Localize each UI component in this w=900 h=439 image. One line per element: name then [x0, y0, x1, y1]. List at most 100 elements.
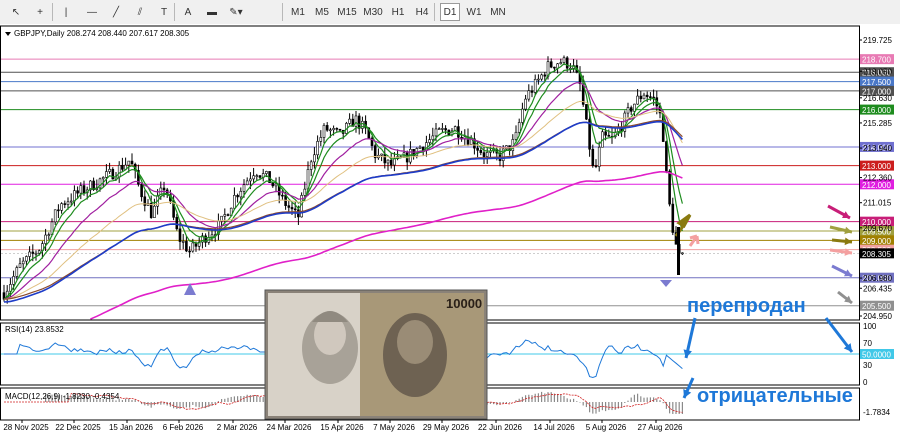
date-label: 22 Dec 2025	[55, 423, 101, 432]
negative-annotation: отрицательные	[697, 385, 853, 407]
price-tick-label: 216.630	[863, 94, 892, 103]
candle-body	[565, 57, 569, 69]
candle-body	[47, 234, 51, 236]
macd-label: MACD(12,26,9) -1.8230 -0.4354	[5, 392, 120, 401]
candle-body	[105, 171, 108, 178]
vertical-line-tool-icon[interactable]: |	[56, 3, 76, 21]
date-label: 29 May 2026	[423, 423, 470, 432]
oversold-annotation: перепродан	[687, 295, 806, 317]
level-label: 205.500	[862, 302, 891, 311]
timeframe-d1[interactable]: D1	[440, 3, 460, 21]
candle-body	[130, 160, 134, 165]
candle-body	[303, 188, 307, 196]
candle-body	[316, 141, 319, 156]
toolbar-separator	[174, 3, 175, 21]
text-label-tool-icon[interactable]: A	[178, 3, 198, 21]
candle-body	[540, 74, 543, 80]
candle-body	[73, 190, 76, 202]
candle-body	[549, 61, 553, 68]
candle-body	[175, 217, 179, 230]
timeframe-m5[interactable]: M5	[312, 3, 332, 21]
timeframe-h1[interactable]: H1	[388, 3, 408, 21]
candle-body	[249, 178, 252, 182]
candle-body	[258, 175, 262, 178]
candle-body	[543, 74, 547, 77]
candle-body	[274, 183, 278, 187]
candle-body	[418, 146, 422, 149]
timeframe-m1[interactable]: M1	[288, 3, 308, 21]
level-label: 216.000	[862, 106, 891, 115]
candle-body	[322, 125, 326, 138]
channel-tool-icon[interactable]: ⫽	[130, 3, 150, 21]
candle-body	[585, 104, 588, 120]
timeframe-w1[interactable]: W1	[464, 3, 484, 21]
candle-body	[178, 228, 182, 242]
timeframe-h4[interactable]: H4	[412, 3, 432, 21]
candle-body	[101, 177, 105, 180]
candle-body	[441, 128, 444, 130]
rectangle-tool-icon[interactable]: ▬	[202, 3, 222, 21]
date-label: 15 Jan 2026	[109, 423, 154, 432]
yen-portrait-face	[397, 320, 433, 364]
candle-body	[191, 242, 195, 252]
timeframe-mn[interactable]: MN	[488, 3, 508, 21]
date-label: 7 May 2026	[373, 423, 415, 432]
candle-body	[281, 194, 284, 197]
date-label: 5 Aug 2026	[586, 423, 627, 432]
candle-body	[591, 148, 595, 166]
candle-body	[645, 94, 649, 97]
last-candle-highlight	[677, 227, 680, 275]
level-label: 218.700	[862, 56, 891, 65]
price-tick-label: 204.950	[863, 312, 892, 321]
candle-body	[319, 137, 323, 142]
candle-body	[594, 165, 598, 167]
candle-body	[53, 209, 57, 223]
candle-body	[357, 115, 361, 129]
candle-body	[79, 185, 83, 194]
cursor-tool-icon[interactable]: ↖	[6, 3, 26, 21]
candle-body	[524, 98, 527, 110]
candle-body	[533, 78, 537, 93]
candle-body	[121, 164, 124, 170]
candle-body	[21, 260, 25, 265]
candle-body	[597, 146, 601, 167]
level-label: 209.000	[862, 237, 891, 246]
toolbar-separator	[52, 3, 53, 21]
date-label: 27 Aug 2026	[638, 423, 683, 432]
candle-body	[537, 78, 540, 81]
candle-body	[223, 214, 227, 217]
rsi-label: RSI(14) 23.8532	[5, 325, 64, 334]
candle-body	[181, 241, 185, 243]
candle-body	[31, 251, 35, 254]
candle-body	[517, 122, 521, 133]
candle-body	[69, 200, 73, 203]
candle-body	[665, 141, 668, 172]
candle-body	[482, 152, 486, 157]
price-chart[interactable]: RSI(14) 23.8532100705030050.0000MACD(12,…	[0, 24, 900, 439]
date-label: 2 Mar 2026	[217, 423, 258, 432]
toolbar-separator	[282, 3, 283, 21]
candle-body	[639, 95, 643, 100]
shapes-tool-icon[interactable]: ✎▾	[226, 3, 246, 21]
candle-body	[629, 107, 633, 112]
candle-body	[60, 203, 63, 211]
candle-body	[530, 90, 534, 93]
timeframe-m30[interactable]: M30	[362, 3, 384, 21]
candle-body	[313, 154, 316, 163]
rsi-level-label: 50.0000	[862, 351, 891, 360]
date-label: 28 Nov 2025	[3, 423, 49, 432]
candle-body	[354, 115, 358, 127]
candle-body	[393, 158, 396, 166]
yen-denomination: 10000	[446, 296, 482, 311]
candle-body	[287, 205, 291, 208]
text-tool-icon[interactable]: T	[154, 3, 174, 21]
horizontal-line-tool-icon[interactable]: —	[82, 3, 102, 21]
rsi-tick-label: 70	[863, 339, 872, 348]
macd-tick-label: -1.7834	[863, 408, 891, 417]
candle-body	[12, 276, 15, 285]
trendline-tool-icon[interactable]: ╱	[106, 3, 126, 21]
timeframe-m15[interactable]: M15	[336, 3, 358, 21]
date-label: 6 Feb 2026	[163, 423, 204, 432]
candle-body	[111, 168, 115, 180]
crosshair-tool-icon[interactable]: +	[30, 3, 50, 21]
